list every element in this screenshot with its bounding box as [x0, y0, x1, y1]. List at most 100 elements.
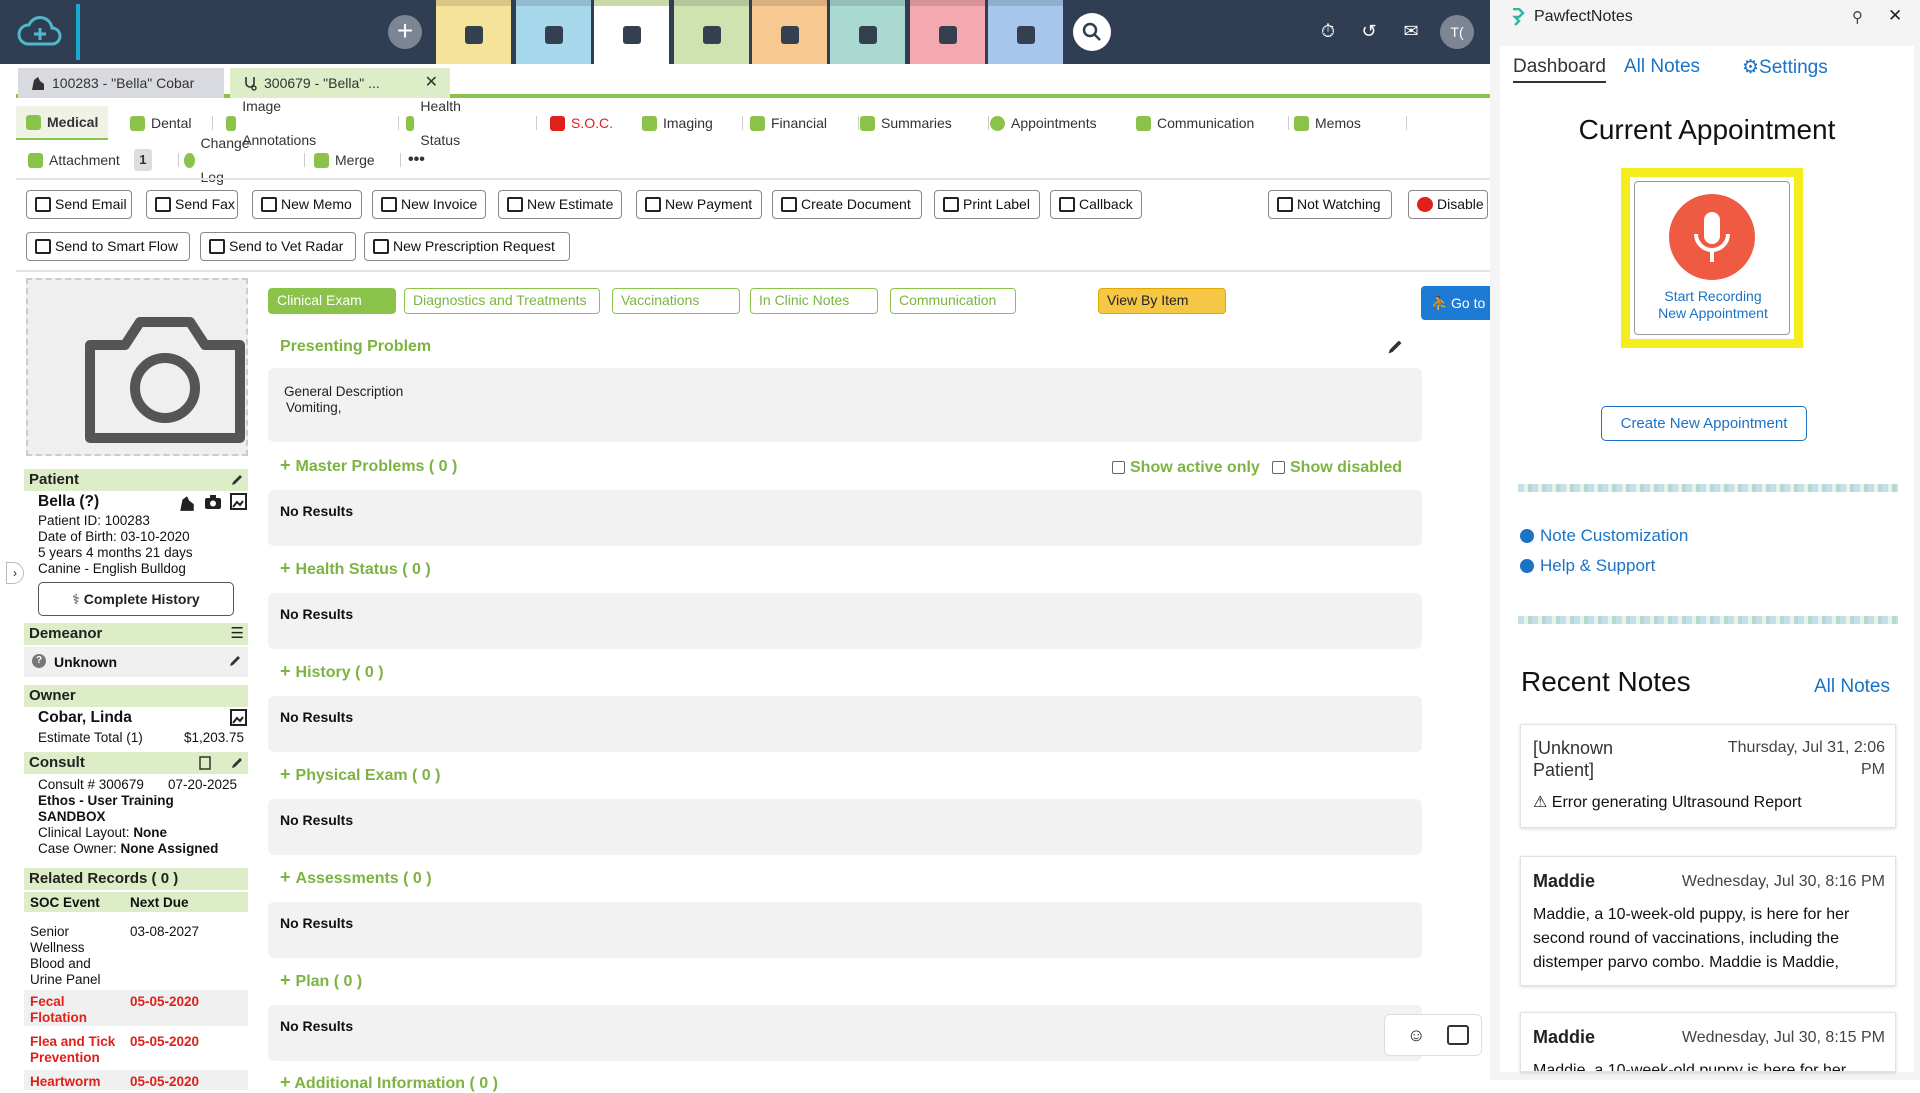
send-to-vet-radar-button[interactable]: Send to Vet Radar: [200, 232, 356, 261]
cloud-logo-icon[interactable]: [16, 12, 64, 52]
add-button[interactable]: +: [388, 15, 422, 49]
timer-icon[interactable]: ⏱: [1317, 20, 1339, 42]
estimate-value: $1,203.75: [184, 730, 245, 745]
stethoscope-icon: ⚕: [72, 591, 80, 607]
nav-communication[interactable]: Communication: [1136, 106, 1254, 140]
patient-photo-placeholder[interactable]: [26, 278, 248, 456]
tab-module-help[interactable]: [988, 0, 1063, 64]
note-customization-link[interactable]: Note Customization: [1520, 526, 1688, 546]
new-memo-button[interactable]: New Memo: [252, 190, 362, 219]
nav-change-log[interactable]: Change Log: [184, 135, 254, 185]
record-tab-patient[interactable]: 100283 - "Bella" Cobar: [18, 68, 224, 98]
button-label: New Prescription Request: [393, 238, 555, 254]
image-icon[interactable]: [230, 493, 247, 510]
new-payment-button[interactable]: New Payment: [636, 190, 762, 219]
checkbox[interactable]: [1272, 461, 1285, 474]
pencil-icon[interactable]: [228, 654, 242, 668]
nav-financial[interactable]: Financial: [750, 106, 827, 140]
clinical-section-heading[interactable]: + Physical Exam ( 0 ): [280, 764, 440, 785]
panel-expand-button[interactable]: ›: [6, 562, 24, 584]
new-memo-icon: [261, 197, 277, 212]
nav-appointments[interactable]: Appointments: [990, 106, 1097, 140]
tab-in-clinic-notes[interactable]: In Clinic Notes: [750, 288, 878, 314]
sidebar-toggle-icon[interactable]: [1447, 1025, 1469, 1045]
list-icon[interactable]: ☰: [231, 623, 244, 645]
send-to-vet-radar-icon: [209, 239, 225, 254]
send-to-smart-flow-button[interactable]: Send to Smart Flow: [26, 232, 190, 261]
clinical-section-heading[interactable]: + Health Status ( 0 ): [280, 558, 431, 579]
pin-icon[interactable]: ⚲: [1852, 8, 1863, 26]
nav-soc[interactable]: S.O.C.: [550, 106, 613, 140]
nav-dental[interactable]: Dental: [130, 106, 191, 140]
new-invoice-button[interactable]: New Invoice: [372, 190, 486, 219]
nav-summaries[interactable]: Summaries: [860, 106, 952, 140]
note-card[interactable]: [Unknown Patient] Thursday, Jul 31, 2:06…: [1520, 724, 1896, 828]
nav-more-button[interactable]: •••: [408, 143, 425, 177]
pencil-icon[interactable]: [230, 756, 244, 770]
contacts-icon: [544, 26, 563, 44]
nav-health-status[interactable]: Health Status: [406, 98, 467, 148]
show-disabled-filter[interactable]: Show disabled: [1272, 459, 1402, 477]
agent-icon[interactable]: ☺: [1407, 1025, 1425, 1046]
tab-clinical-exam[interactable]: Clinical Exam: [268, 288, 396, 314]
history-icon[interactable]: ↺: [1358, 20, 1380, 42]
close-icon[interactable]: ✕: [1888, 6, 1902, 26]
tab-module-reports[interactable]: [830, 0, 905, 64]
related-due-date: 05-05-2020: [130, 1034, 200, 1049]
tab-module-calendar[interactable]: [436, 0, 511, 64]
divider: [16, 178, 1490, 180]
note-card[interactable]: Maddie Wednesday, Jul 30, 8:15 PM Maddie…: [1520, 1012, 1896, 1072]
pdf-icon[interactable]: [198, 756, 212, 770]
complete-history-button[interactable]: ⚕ Complete History: [38, 582, 234, 616]
clinical-section-heading[interactable]: + Master Problems ( 0 ): [280, 455, 457, 476]
create-document-button[interactable]: Create Document: [772, 190, 922, 219]
tab-communication[interactable]: Communication: [890, 288, 1016, 314]
pencil-icon[interactable]: [230, 473, 244, 487]
nav-memos[interactable]: Memos: [1294, 106, 1361, 140]
tab-all-notes[interactable]: All Notes: [1624, 56, 1700, 78]
tab-module-settings[interactable]: [910, 0, 985, 64]
tab-dashboard[interactable]: Dashboard: [1513, 56, 1606, 83]
nav-merge[interactable]: Merge: [314, 143, 375, 177]
related-records-header[interactable]: Related Records ( 0 ): [24, 868, 248, 890]
tab-module-contacts[interactable]: [516, 0, 591, 64]
help-support-link[interactable]: Help & Support: [1520, 556, 1655, 576]
clinical-section-heading[interactable]: + Plan ( 0 ): [280, 970, 362, 991]
image-icon[interactable]: [230, 709, 247, 726]
nav-attachment[interactable]: Attachment 1: [28, 143, 152, 177]
nav-imaging[interactable]: Imaging: [642, 106, 713, 140]
print-label-button[interactable]: Print Label: [934, 190, 1040, 219]
start-recording-button[interactable]: Start Recording New Appointment: [1634, 181, 1790, 335]
send-fax-button[interactable]: Send Fax: [146, 190, 238, 219]
owner-name[interactable]: Cobar, Linda: [38, 710, 132, 726]
user-avatar[interactable]: T(: [1440, 15, 1474, 49]
tab-diagnostics[interactable]: Diagnostics and Treatments: [404, 288, 600, 314]
nav-medical[interactable]: Medical: [16, 106, 109, 140]
camera-icon[interactable]: [204, 494, 222, 510]
pencil-icon[interactable]: [1386, 338, 1404, 356]
callback-button[interactable]: Callback: [1050, 190, 1142, 219]
clinical-section-heading[interactable]: + History ( 0 ): [280, 661, 384, 682]
send-email-button[interactable]: Send Email: [26, 190, 132, 219]
new-prescription-request-button[interactable]: New Prescription Request: [364, 232, 570, 261]
checkbox[interactable]: [1112, 461, 1125, 474]
mail-icon[interactable]: ✉: [1400, 20, 1422, 42]
tab-vaccinations[interactable]: Vaccinations: [612, 288, 740, 314]
tab-module-patients[interactable]: [594, 0, 669, 64]
additional-info-heading[interactable]: + Additional Information ( 0 ): [280, 1072, 498, 1093]
not-watching-button[interactable]: Not Watching: [1268, 190, 1392, 219]
disable-button[interactable]: Disable: [1408, 190, 1488, 219]
clinical-section-heading[interactable]: + Assessments ( 0 ): [280, 867, 432, 888]
goto-button[interactable]: ⛹ Go to: [1421, 286, 1490, 320]
tab-module-records[interactable]: [674, 0, 749, 64]
patient-name: Bella (?): [38, 493, 100, 510]
new-estimate-button[interactable]: New Estimate: [498, 190, 622, 219]
create-new-appointment-button[interactable]: Create New Appointment: [1601, 406, 1807, 441]
note-card[interactable]: Maddie Wednesday, Jul 30, 8:16 PM Maddie…: [1520, 856, 1896, 986]
tab-settings[interactable]: ⚙Settings: [1742, 56, 1828, 79]
tab-module-billing[interactable]: [752, 0, 827, 64]
global-search-button[interactable]: [1073, 13, 1111, 51]
show-active-only-filter[interactable]: Show active only: [1112, 459, 1260, 477]
view-by-item-button[interactable]: View By Item: [1098, 288, 1226, 314]
all-notes-link[interactable]: All Notes: [1814, 676, 1890, 698]
